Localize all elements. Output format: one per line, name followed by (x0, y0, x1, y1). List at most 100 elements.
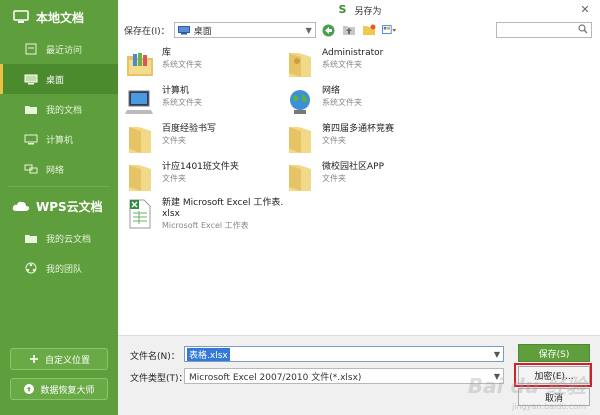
folder-icon (124, 124, 156, 156)
file-type: 文件夹 (162, 136, 186, 145)
add-custom-location-button[interactable]: 自定义位置 (10, 348, 108, 370)
file-type: Microsoft Excel 工作表 (162, 221, 249, 230)
dialog-title: 另存为 (354, 6, 382, 17)
local-docs-header-label: 本地文档 (36, 10, 85, 25)
sidebar-item-label: 我的团队 (46, 264, 83, 275)
encrypt-button[interactable]: 加密(E)... (518, 366, 590, 384)
desktop-icon (24, 73, 38, 85)
sidebar-item-label: 最近访问 (46, 45, 83, 56)
new-folder-icon[interactable] (362, 23, 376, 37)
list-item[interactable]: 计算机 系统文件夹 (124, 86, 202, 118)
local-docs-icon (12, 9, 30, 25)
excel-file-icon (124, 198, 156, 230)
folder-icon (124, 162, 156, 194)
chevron-down-icon: ▼ (305, 25, 312, 35)
folder-icon (284, 162, 316, 194)
sidebar-item-my-team[interactable]: 我的团队 (0, 253, 118, 283)
back-arrow-icon[interactable] (322, 23, 336, 37)
search-input[interactable] (496, 22, 592, 38)
sidebar-item-label: 我的文档 (46, 105, 83, 116)
list-item[interactable]: 微校园社区APP 文件夹 (284, 162, 384, 194)
clock-icon (24, 43, 38, 55)
save-options-panel: 文件名(N)： 表格.xlsx ▼ 文件类型(T)： Microsoft Exc… (118, 335, 600, 415)
plus-icon (28, 353, 40, 365)
file-name: Administrator (322, 48, 384, 58)
filetype-dropdown[interactable]: Microsoft Excel 2007/2010 文件(*.xlsx) ▼ (184, 368, 504, 384)
sidebar-item-label: 网络 (46, 165, 65, 176)
sidebar-item-label: 桌面 (46, 75, 65, 86)
cancel-button[interactable]: 取消 (518, 388, 590, 406)
sidebar-item-my-docs[interactable]: 我的文档 (0, 94, 118, 124)
recovery-icon (23, 383, 35, 395)
file-name: 第四届多通杯竞赛 (322, 124, 395, 134)
filename-label: 文件名(N)： (130, 352, 180, 362)
sidebar-item-network[interactable]: 网络 (0, 154, 118, 184)
close-icon[interactable]: ✕ (578, 3, 592, 17)
data-recovery-label: 数据恢复大师 (40, 385, 95, 396)
sidebar: 本地文档 最近访问 桌面 我的文档 计算机 网络 WPS云文档 我的云文档 我的… (0, 0, 118, 415)
sidebar-item-recent[interactable]: 最近访问 (0, 34, 118, 64)
file-type: 系统文件夹 (322, 98, 362, 107)
chevron-down-icon: ▼ (493, 371, 501, 381)
list-item[interactable]: 网络 系统文件夹 (284, 86, 362, 118)
filename-value: 表格.xlsx (187, 347, 230, 361)
dialog-titlebar: S 另存为 ✕ (118, 0, 600, 20)
save-in-label: 保存在(I)： (124, 26, 170, 37)
view-menu-icon[interactable] (381, 23, 396, 37)
filename-input[interactable]: 表格.xlsx ▼ (184, 346, 504, 362)
up-folder-icon[interactable] (342, 23, 356, 37)
filetype-label: 文件类型(T)： (130, 374, 188, 384)
file-type: 文件夹 (322, 174, 346, 183)
file-list: 库 系统文件夹 Administrator 系统文件夹 计算机 系统文件夹 网络… (118, 40, 600, 335)
list-item[interactable]: Administrator 系统文件夹 (284, 48, 383, 80)
add-custom-location-label: 自定义位置 (44, 355, 90, 366)
sidebar-item-computer[interactable]: 计算机 (0, 124, 118, 154)
list-item[interactable]: 新建 Microsoft Excel 工作表. xlsx Microsoft E… (124, 198, 283, 231)
file-name: 微校园社区APP (322, 162, 385, 172)
cloud-folder-icon (24, 232, 38, 244)
location-toolbar: 保存在(I)： 桌面 ▼ (118, 20, 600, 40)
team-icon (24, 262, 38, 274)
data-recovery-button[interactable]: 数据恢复大师 (10, 378, 108, 400)
sidebar-item-label: 计算机 (46, 135, 74, 146)
library-folder-icon (124, 48, 156, 80)
location-dropdown[interactable]: 桌面 ▼ (173, 22, 316, 38)
sidebar-divider (8, 186, 110, 187)
list-item[interactable]: 计应1401班文件夹 文件夹 (124, 162, 239, 194)
file-name: 网络 (322, 86, 341, 96)
cloud-docs-header[interactable]: WPS云文档 (0, 189, 118, 223)
file-type: 系统文件夹 (162, 60, 202, 69)
network-icon (24, 163, 38, 175)
sidebar-item-label: 我的云文档 (46, 234, 92, 245)
list-item[interactable]: 百度经验书写 文件夹 (124, 124, 216, 156)
folder-icon (284, 124, 316, 156)
cloud-icon (12, 198, 30, 214)
file-name: 库 (162, 48, 172, 58)
list-item[interactable]: 第四届多通杯竞赛 文件夹 (284, 124, 394, 156)
list-item[interactable]: 库 系统文件夹 (124, 48, 202, 80)
file-name: 计算机 (162, 86, 190, 96)
wps-logo-icon: S (338, 3, 347, 16)
computer-icon (124, 86, 156, 118)
file-name: 新建 Microsoft Excel 工作表. (162, 198, 284, 208)
network-globe-icon (284, 86, 316, 118)
file-type: 系统文件夹 (162, 98, 202, 107)
location-value: 桌面 (193, 26, 212, 37)
desktop-icon (177, 25, 190, 35)
file-name: 计应1401班文件夹 (162, 162, 239, 172)
chevron-down-icon[interactable]: ▼ (491, 350, 503, 359)
search-icon (578, 23, 588, 37)
filetype-value: Microsoft Excel 2007/2010 文件(*.xlsx) (189, 372, 362, 383)
folder-icon (24, 103, 38, 115)
sidebar-item-desktop[interactable]: 桌面 (0, 64, 118, 94)
file-type: 系统文件夹 (322, 60, 362, 69)
file-type: 文件夹 (322, 136, 346, 145)
save-button[interactable]: 保存(S) (518, 344, 590, 362)
computer-icon (24, 133, 38, 145)
user-folder-icon (284, 48, 316, 80)
cloud-docs-header-label: WPS云文档 (36, 199, 103, 214)
sidebar-item-my-cloud-docs[interactable]: 我的云文档 (0, 223, 118, 253)
file-name: 百度经验书写 (162, 124, 217, 134)
local-docs-header[interactable]: 本地文档 (0, 0, 118, 34)
file-type: 文件夹 (162, 174, 186, 183)
